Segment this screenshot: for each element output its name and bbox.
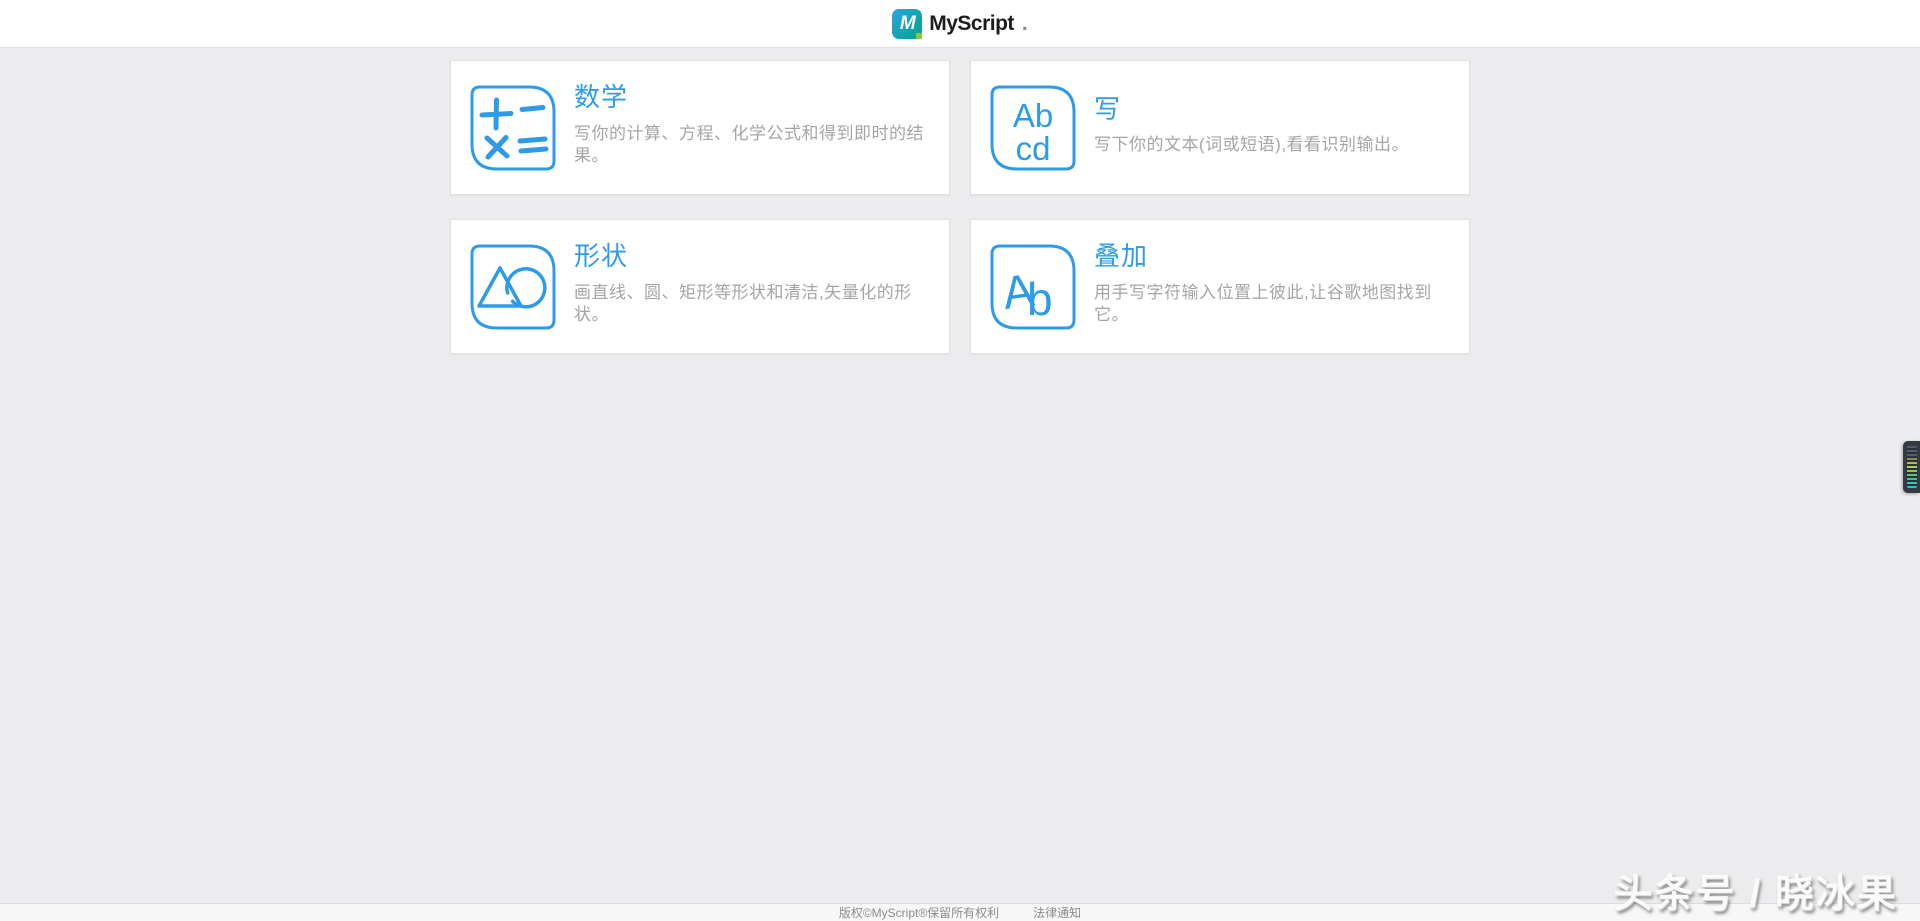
myscript-page: M MyScript. 数学 写你的计算、方程、化学公式和得到即时的结果。 Ab… bbox=[0, 0, 1920, 921]
card-shapes-body: 形状 画直线、圆、矩形等形状和清洁,矢量化的形状。 bbox=[574, 242, 933, 330]
card-write-title-link[interactable]: 写 bbox=[1094, 94, 1121, 125]
legal-notice-link[interactable]: 法律通知 bbox=[1033, 904, 1081, 921]
header: M MyScript. bbox=[0, 0, 1920, 48]
card-overlay-title-link[interactable]: 叠加 bbox=[1094, 242, 1148, 272]
extension-handle-stripes-icon bbox=[1907, 446, 1917, 488]
logo-letter: M bbox=[899, 13, 916, 34]
feature-cards-grid: 数学 写你的计算、方程、化学公式和得到即时的结果。 Ab cd 写 写下你的文本… bbox=[450, 60, 1470, 354]
footer: 版权©MyScript®保留所有权利 法律通知 bbox=[0, 903, 1920, 921]
triangle-circle-shapes-icon bbox=[470, 244, 556, 329]
card-write[interactable]: Ab cd 写 写下你的文本(词或短语),看看识别输出。 bbox=[970, 60, 1470, 195]
math-operators-icon bbox=[470, 85, 556, 170]
card-shapes-description: 画直线、圆、矩形等形状和清洁,矢量化的形状。 bbox=[574, 283, 912, 325]
card-shapes[interactable]: 形状 画直线、圆、矩形等形状和清洁,矢量化的形状。 bbox=[450, 219, 950, 354]
overlay-icon-letter-b: b bbox=[1027, 273, 1053, 325]
myscript-logo[interactable]: M MyScript. bbox=[892, 8, 1028, 39]
overlapping-letters-icon: A b bbox=[990, 244, 1076, 329]
card-overlay-body: 叠加 用手写字符输入位置上彼此,让谷歌地图找到它。 bbox=[1094, 242, 1453, 330]
card-write-body: 写 写下你的文本(词或短语),看看识别输出。 bbox=[1094, 94, 1410, 161]
write-icon-line2: cd bbox=[1016, 130, 1051, 167]
card-math-title-link[interactable]: 数学 bbox=[574, 83, 628, 113]
handwritten-letters-icon: Ab cd bbox=[990, 85, 1076, 170]
copyright-text: 版权©MyScript®保留所有权利 bbox=[838, 906, 1000, 920]
card-shapes-title-link[interactable]: 形状 bbox=[574, 242, 628, 272]
brand-suffix: . bbox=[1021, 11, 1028, 35]
card-overlay[interactable]: A b 叠加 用手写字符输入位置上彼此,让谷歌地图找到它。 bbox=[970, 219, 1470, 354]
card-math-description: 写你的计算、方程、化学公式和得到即时的结果。 bbox=[574, 124, 924, 166]
main-content: 数学 写你的计算、方程、化学公式和得到即时的结果。 Ab cd 写 写下你的文本… bbox=[0, 48, 1920, 903]
brand-name: MyScript bbox=[929, 11, 1014, 35]
extension-edge-handle[interactable] bbox=[1903, 441, 1920, 493]
card-math-body: 数学 写你的计算、方程、化学公式和得到即时的结果。 bbox=[574, 83, 933, 171]
card-write-description: 写下你的文本(词或短语),看看识别输出。 bbox=[1094, 135, 1410, 155]
card-overlay-description: 用手写字符输入位置上彼此,让谷歌地图找到它。 bbox=[1094, 283, 1432, 325]
card-math[interactable]: 数学 写你的计算、方程、化学公式和得到即时的结果。 bbox=[450, 60, 950, 195]
logo-green-dot bbox=[916, 32, 923, 39]
myscript-logo-icon: M bbox=[892, 8, 923, 39]
write-icon-line1: Ab bbox=[1013, 97, 1053, 134]
